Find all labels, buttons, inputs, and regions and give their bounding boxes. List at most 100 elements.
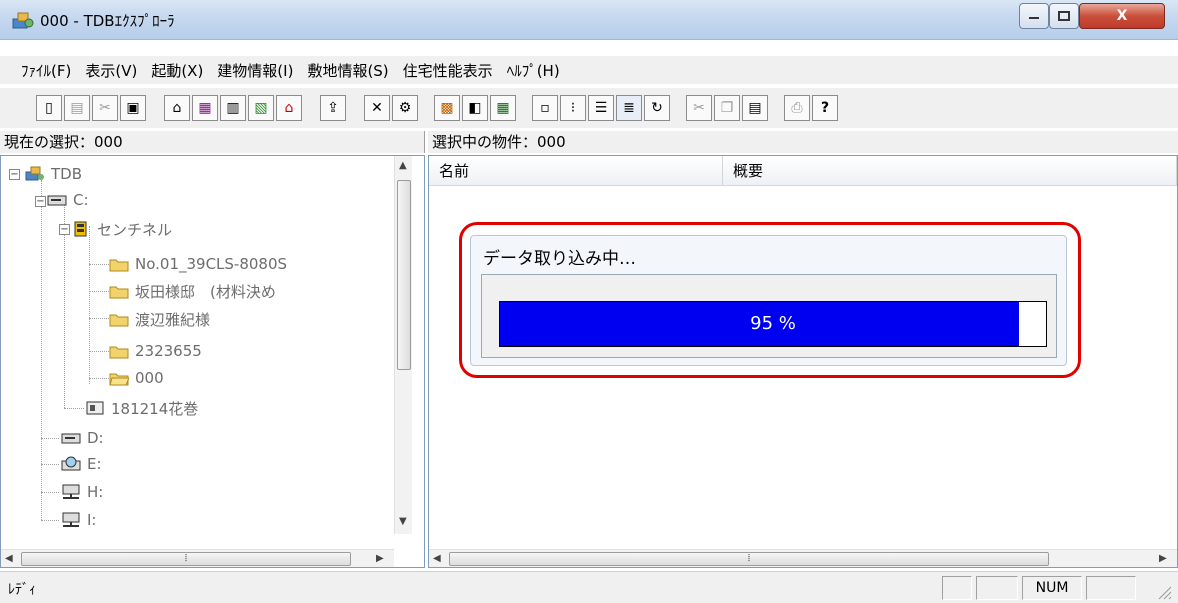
collapse-toggle[interactable]: − — [35, 196, 46, 207]
house-button[interactable]: ⌂ — [276, 95, 302, 121]
building-button[interactable]: ⌂ — [164, 95, 190, 121]
tree-view[interactable]: − TDB − C: − センチネル No.01_39CLS-8080S 坂田様… — [0, 155, 425, 568]
tree-item-folder[interactable]: 渡辺雅紀様 — [109, 307, 210, 331]
tree-connector — [41, 520, 59, 521]
scroll-left-icon[interactable]: ◀ — [5, 553, 13, 564]
current-selection-label: 現在の選択：000 — [0, 131, 425, 153]
print-button[interactable]: ⎙ — [784, 95, 810, 121]
menu-view[interactable]: 表示(V) — [78, 60, 144, 81]
scroll-thumb[interactable]: ⦙ — [21, 552, 351, 566]
drive-icon — [61, 433, 81, 444]
grid-button[interactable]: ▦ — [192, 95, 218, 121]
tree-item-drive-h[interactable]: H: — [61, 480, 103, 504]
folder-icon — [109, 314, 129, 327]
small-icons-button[interactable]: ⁝ — [560, 95, 586, 121]
window-button[interactable]: ◧ — [462, 95, 488, 121]
sentinel-icon — [74, 221, 87, 237]
grid-icon: ▦ — [198, 100, 212, 116]
tree-item-folder[interactable]: No.01_39CLS-8080S — [109, 252, 287, 276]
image-icon: ▧ — [254, 100, 268, 116]
table-button[interactable]: ▦ — [490, 95, 516, 121]
toolbar: ▯ ▤ ✂ ▣ ⌂ ▦ ▥ ▧ ⌂ ⇪ ✕ ⚙ ▩ ◧ ▦ ▫ ⁝ ☰ ≣ ↻ … — [0, 88, 1178, 128]
paste-icon: ▤ — [748, 100, 762, 116]
tree-item-sentinel[interactable]: センチネル — [71, 217, 172, 241]
menu-site-info[interactable]: 敷地情報(S) — [300, 60, 395, 81]
menu-help[interactable]: ﾍﾙﾌﾟ(H) — [500, 60, 567, 81]
small-icons-icon: ⁝ — [570, 100, 576, 116]
column-header-name[interactable]: 名前 — [429, 156, 723, 186]
large-icons-button[interactable]: ▫ — [532, 95, 558, 121]
scissors-icon: ✂ — [693, 100, 705, 116]
layout-button[interactable]: ▥ — [220, 95, 246, 121]
scroll-right-icon[interactable]: ▶ — [1159, 553, 1167, 564]
open-folder-icon — [109, 373, 129, 386]
scroll-thumb[interactable] — [397, 180, 411, 370]
cut-tool-button[interactable]: ✂ — [92, 95, 118, 121]
open-button[interactable]: ▤ — [64, 95, 90, 121]
tree-item-drive-e[interactable]: E: — [61, 452, 102, 476]
tree-connector — [89, 291, 109, 292]
help-icon: ? — [820, 100, 830, 116]
menu-launch[interactable]: 起動(X) — [144, 60, 210, 81]
tools-button[interactable]: ✕ — [364, 95, 390, 121]
tree-vertical-scrollbar[interactable]: ▲ ▼ — [394, 156, 412, 534]
minimize-button[interactable] — [1019, 3, 1049, 29]
maximize-button[interactable] — [1049, 3, 1079, 29]
resize-grip-icon[interactable] — [1156, 584, 1172, 600]
properties-button[interactable]: ▣ — [120, 95, 146, 121]
close-icon: X — [1116, 8, 1128, 24]
scroll-left-icon[interactable]: ◀ — [433, 553, 441, 564]
status-cell — [976, 576, 1018, 600]
cut-button[interactable]: ✂ — [686, 95, 712, 121]
list-icon: ☰ — [594, 100, 608, 116]
tree-item-folder[interactable]: 2323655 — [109, 339, 202, 363]
scroll-down-icon[interactable]: ▼ — [399, 516, 407, 527]
menu-building-info[interactable]: 建物情報(I) — [210, 60, 300, 81]
tree-connector — [64, 408, 84, 409]
tree-item-folder[interactable]: 坂田様邸 (材料決め — [109, 279, 276, 303]
cd-drive-icon — [61, 456, 81, 471]
copy-icon: ❐ — [720, 100, 734, 116]
computer-network-icon — [25, 166, 44, 181]
tree-connector — [89, 351, 109, 352]
paste-button[interactable]: ▤ — [742, 95, 768, 121]
tree-item-drive-i[interactable]: I: — [61, 508, 96, 532]
tree-label: E: — [87, 455, 102, 473]
network-drive-icon — [62, 512, 80, 527]
list-horizontal-scrollbar[interactable]: ◀ ⦙ ▶ — [429, 549, 1177, 567]
menu-bar: ﾌｧｲﾙ(F) 表示(V) 起動(X) 建物情報(I) 敷地情報(S) 住宅性能… — [0, 56, 1178, 84]
refresh-icon: ↻ — [651, 100, 663, 116]
collapse-toggle[interactable]: − — [59, 224, 70, 235]
menu-housing-performance[interactable]: 住宅性能表示 — [396, 60, 500, 81]
house-icon: ⌂ — [284, 100, 294, 116]
column-header-summary[interactable]: 概要 — [723, 156, 1177, 186]
tree-item-181214[interactable]: 181214花巻 — [85, 396, 198, 420]
tree-item-tdb[interactable]: TDB — [25, 162, 82, 186]
status-cell — [1086, 576, 1136, 600]
details-view-button[interactable]: ≣ — [616, 95, 642, 121]
progress-title: データ取り込み中… — [483, 249, 636, 269]
image-button[interactable]: ▧ — [248, 95, 274, 121]
collapse-toggle[interactable]: − — [9, 169, 20, 180]
tree-connector — [41, 438, 59, 439]
scroll-up-icon[interactable]: ▲ — [399, 160, 407, 171]
export-button[interactable]: ⇪ — [320, 95, 346, 121]
menu-file[interactable]: ﾌｧｲﾙ(F) — [14, 60, 78, 81]
tree-item-folder-selected[interactable]: 000 — [109, 366, 164, 390]
tree-horizontal-scrollbar[interactable]: ◀ ⦙ ▶ — [1, 549, 394, 567]
folder-icon — [109, 259, 129, 272]
tree-item-drive-d[interactable]: D: — [61, 426, 104, 450]
list-view-button[interactable]: ☰ — [588, 95, 614, 121]
help-button[interactable]: ? — [812, 95, 838, 121]
settings-button[interactable]: ⚙ — [392, 95, 418, 121]
progress-percent-label: 95 % — [750, 313, 796, 334]
new-file-button[interactable]: ▯ — [36, 95, 62, 121]
image-color-button[interactable]: ▩ — [434, 95, 460, 121]
scroll-thumb[interactable]: ⦙ — [449, 552, 1049, 566]
scroll-right-icon[interactable]: ▶ — [376, 553, 384, 564]
refresh-button[interactable]: ↻ — [644, 95, 670, 121]
close-button[interactable]: X — [1079, 3, 1165, 29]
copy-button[interactable]: ❐ — [714, 95, 740, 121]
tree-item-drive-c[interactable]: C: — [47, 188, 89, 212]
tree-label: 坂田様邸 (材料決め — [135, 282, 276, 301]
